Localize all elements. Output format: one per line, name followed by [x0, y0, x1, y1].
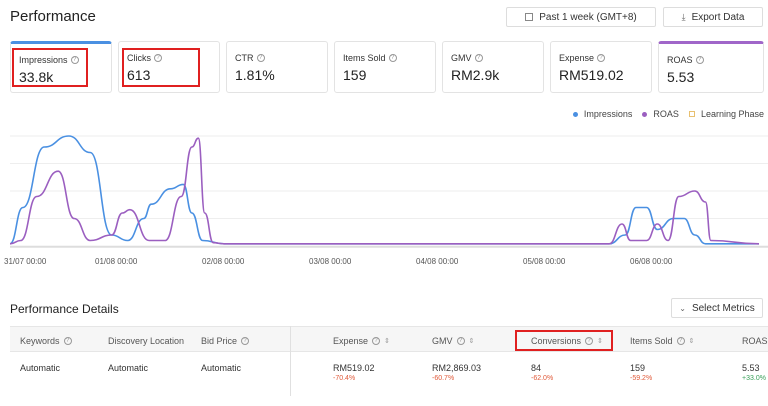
help-icon: ?	[388, 54, 397, 62]
cell-expense: RM519.02	[333, 363, 375, 373]
x-tick-label: 04/08 00:00	[416, 257, 459, 266]
cell-expense-change: -70.4%	[333, 375, 356, 382]
cell-roas-change: +33.0%	[742, 375, 766, 382]
sort-icon[interactable]: ⇕	[689, 337, 695, 345]
x-tick-label: 05/08 00:00	[523, 257, 566, 266]
cell-items-change: -59.2%	[630, 375, 653, 382]
download-icon: ⤓	[681, 11, 686, 22]
help-icon: ?	[695, 56, 704, 64]
col-discovery-location[interactable]: Discovery Location	[108, 336, 184, 346]
export-data-button[interactable]: ⤓ Export Data	[663, 7, 763, 27]
col-gmv[interactable]: GMV? ⇕	[432, 336, 474, 346]
x-tick-label: 31/07 00:00	[4, 257, 47, 266]
cell-conversions: 84	[531, 363, 542, 373]
col-keywords[interactable]: Keywords?	[20, 336, 72, 346]
x-tick-label: 01/08 00:00	[95, 257, 138, 266]
metric-card-roas[interactable]: ROAS? 5.53	[658, 41, 764, 93]
help-icon: ?	[256, 54, 265, 62]
chart-legend: Impressions ROAS Learning Phase	[572, 109, 764, 119]
help-icon: ?	[676, 337, 685, 345]
sort-icon[interactable]: ⇕	[384, 337, 390, 345]
metric-card-gmv[interactable]: GMV? RM2.9k	[442, 41, 544, 93]
legend-dot-roas	[642, 111, 648, 117]
legend-dot-impressions	[572, 111, 578, 117]
cell-conversions-change: -62.0%	[531, 375, 554, 382]
legend-roas[interactable]: ROAS	[653, 109, 679, 119]
chart-grid	[10, 135, 768, 248]
col-bid-price[interactable]: Bid Price?	[201, 336, 250, 346]
select-metrics-button[interactable]: ⌄ Select Metrics	[671, 298, 763, 318]
help-icon: ?	[456, 337, 465, 345]
cell-gmv: RM2,869.03	[432, 363, 482, 373]
chevron-down-icon: ⌄	[679, 303, 686, 313]
help-icon: ?	[372, 337, 381, 345]
x-tick-label: 02/08 00:00	[202, 257, 245, 266]
col-expense[interactable]: Expense? ⇕	[333, 336, 390, 346]
legend-learning-phase[interactable]: Learning Phase	[701, 109, 764, 119]
highlight-box	[12, 48, 88, 87]
page-title: Performance	[10, 8, 96, 25]
x-tick-label: 06/08 00:00	[630, 257, 673, 266]
metric-card-expense[interactable]: Expense? RM519.02	[550, 41, 652, 93]
col-items-sold[interactable]: Items Sold? ⇕	[630, 336, 694, 346]
details-title: Performance Details	[10, 302, 119, 316]
calendar-icon	[525, 13, 534, 21]
highlight-box	[515, 330, 613, 351]
column-divider	[290, 326, 291, 396]
cell-gmv-change: -60.7%	[432, 375, 455, 382]
legend-square-learning	[688, 111, 695, 117]
help-icon: ?	[474, 54, 483, 62]
cell-bid: Automatic	[201, 363, 242, 373]
cell-roas: 5.53	[742, 363, 760, 373]
cell-items-sold: 159	[630, 363, 646, 373]
x-tick-label: 03/08 00:00	[309, 257, 352, 266]
cell-keyword: Automatic	[20, 363, 61, 373]
help-icon: ?	[63, 337, 72, 345]
help-icon: ?	[241, 337, 250, 345]
sort-icon[interactable]: ⇕	[469, 337, 475, 345]
legend-impressions[interactable]: Impressions	[584, 109, 633, 119]
highlight-box	[122, 48, 200, 87]
metric-card-ctr[interactable]: CTR? 1.81%	[226, 41, 328, 93]
col-roas[interactable]: ROAS	[742, 336, 768, 346]
date-range-button[interactable]: Past 1 week (GMT+8)	[506, 7, 656, 27]
help-icon: ?	[597, 54, 606, 62]
cell-location: Automatic	[108, 363, 149, 373]
metric-card-items-sold[interactable]: Items Sold? 159	[334, 41, 436, 93]
series-line-impressions	[9, 135, 759, 245]
performance-chart	[9, 135, 768, 248]
